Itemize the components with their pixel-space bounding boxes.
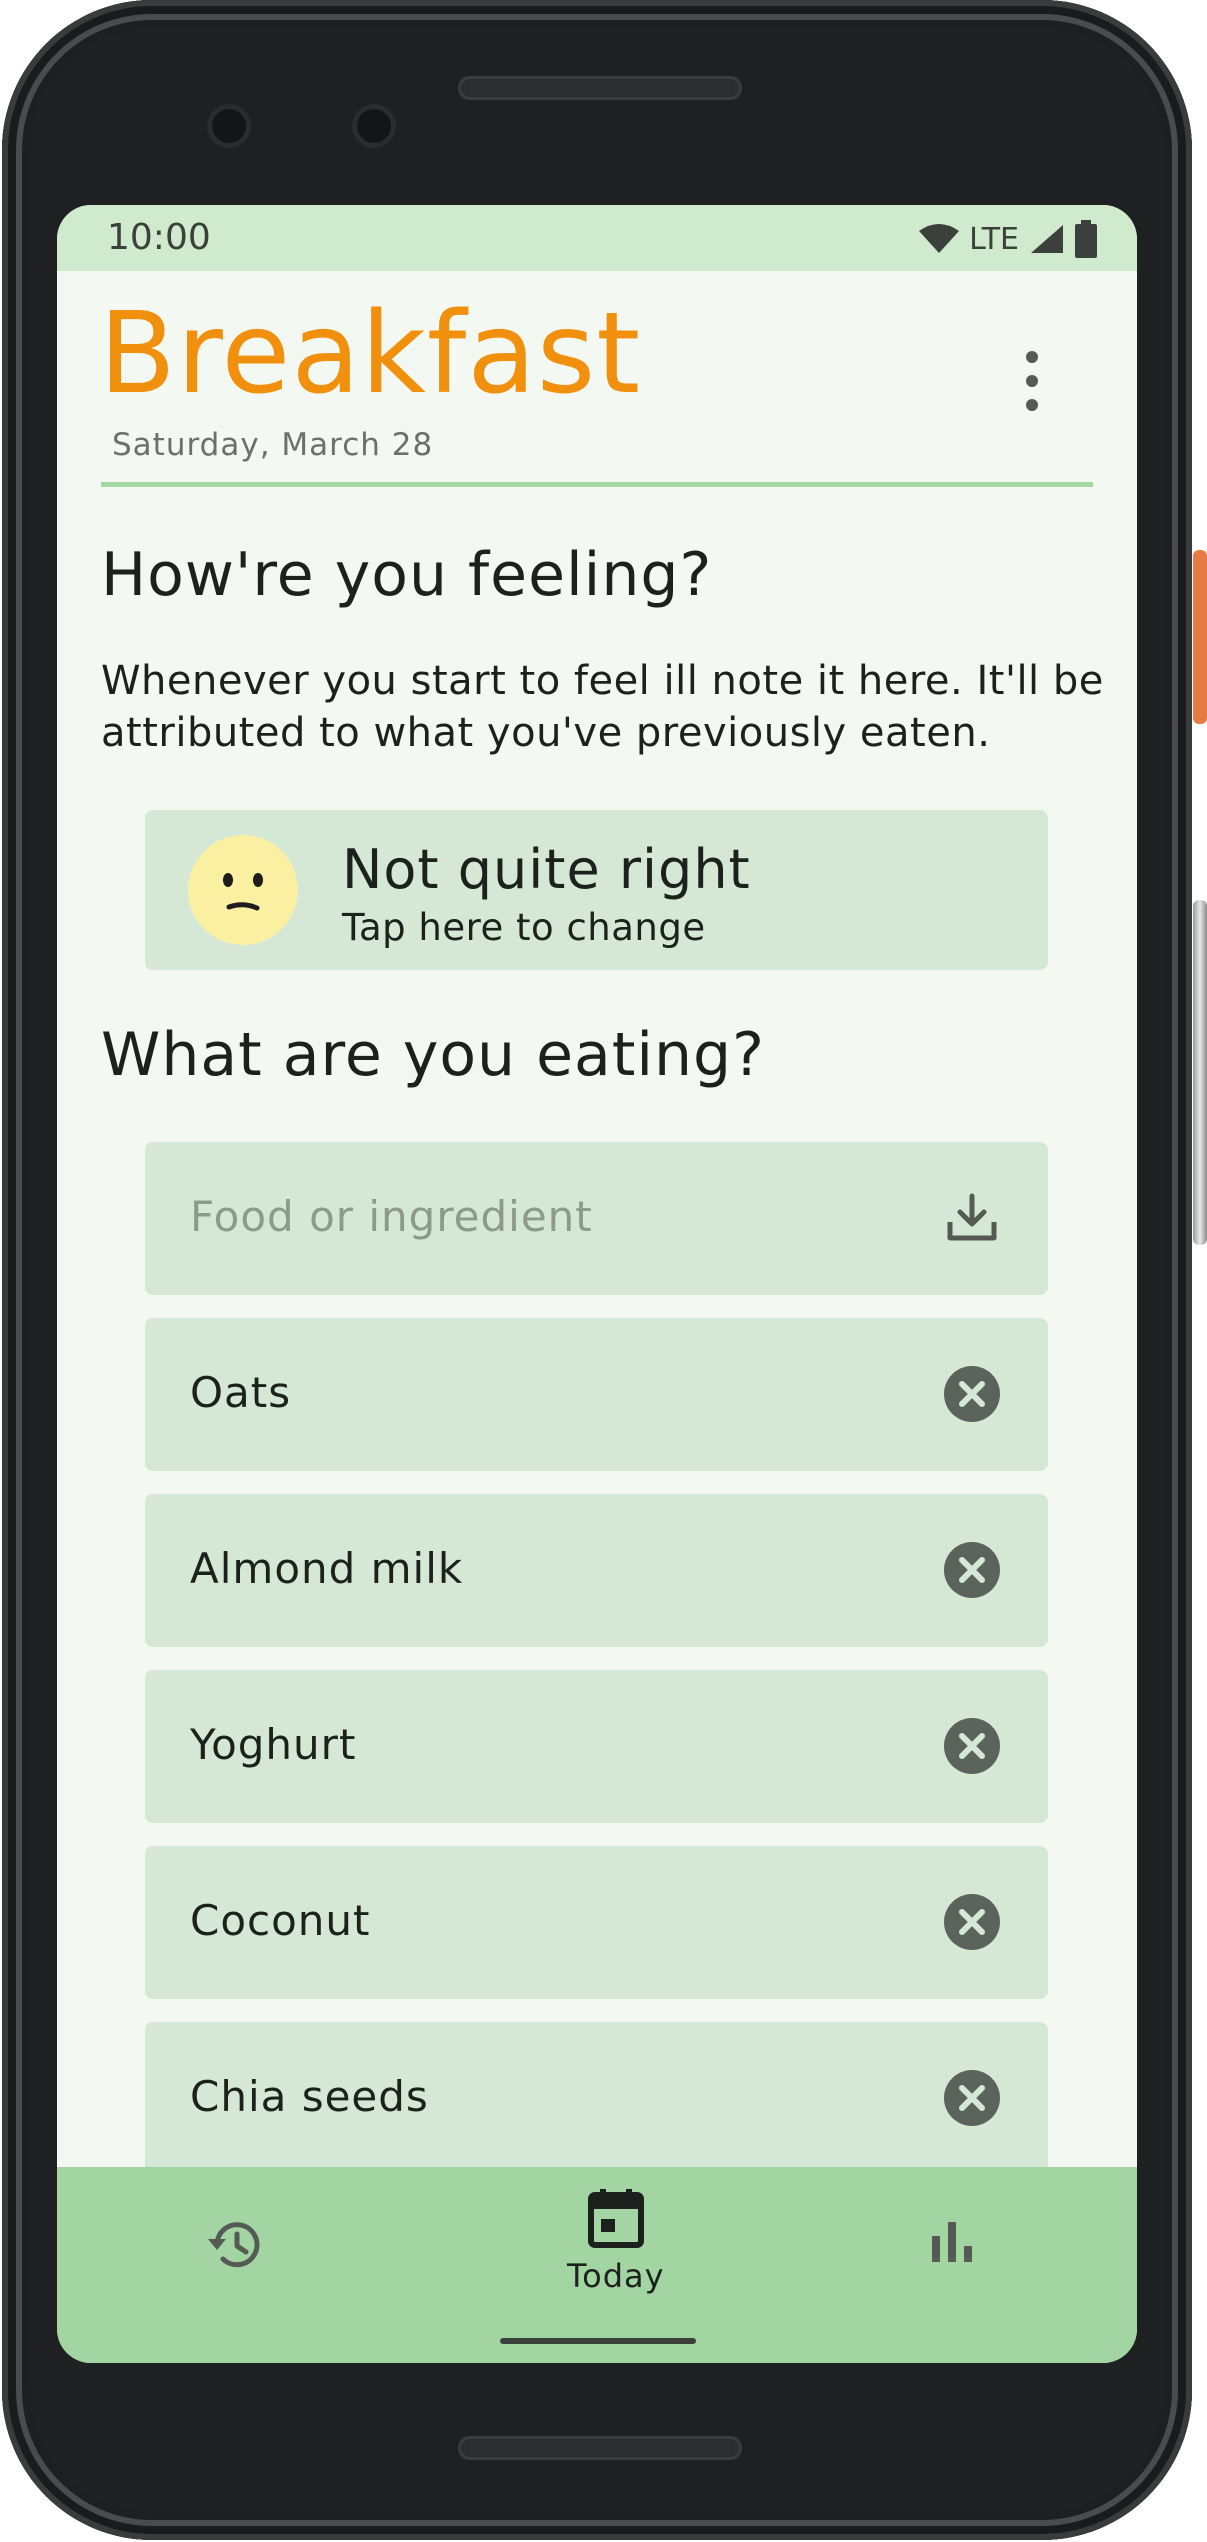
status-bar: 10:00 LTE <box>57 205 1137 271</box>
page-date: Saturday, March 28 <box>112 427 434 463</box>
volume-button <box>1193 900 1207 1245</box>
nav-history[interactable] <box>205 2217 265 2363</box>
earpiece-speaker <box>458 76 742 100</box>
food-item-label: Yoghurt <box>190 1720 357 1769</box>
overflow-menu-button[interactable] <box>1017 351 1047 411</box>
feeling-heading: How're you feeling? <box>101 540 713 610</box>
food-item-label: Almond milk <box>190 1544 464 1593</box>
dot-icon <box>1026 375 1038 387</box>
dot-icon <box>1026 351 1038 363</box>
page-title: Breakfast <box>99 289 642 419</box>
remove-icon[interactable] <box>944 1542 1000 1598</box>
bar-chart-icon <box>932 2222 972 2262</box>
feeling-description: Whenever you start to feel ill note it h… <box>101 658 1104 756</box>
status-icons: LTE <box>919 217 1097 261</box>
wifi-icon <box>919 224 960 253</box>
remove-icon[interactable] <box>944 1894 1000 1950</box>
title-divider <box>101 482 1093 487</box>
bottom-navigation: Today <box>57 2167 1137 2363</box>
front-camera <box>207 104 251 148</box>
nav-today-label: Today <box>567 2257 665 2295</box>
bottom-speaker <box>458 2436 742 2460</box>
mood-card[interactable]: Not quite right Tap here to change <box>145 810 1048 970</box>
nav-today[interactable]: Today <box>567 2189 665 2363</box>
app-screen: 10:00 LTE Breakfast Saturday, March 28 H… <box>57 205 1137 2363</box>
remove-icon[interactable] <box>944 2070 1000 2126</box>
food-item[interactable]: Oats <box>145 1318 1048 1471</box>
power-button <box>1193 550 1207 724</box>
nav-stats[interactable] <box>930 2222 974 2363</box>
food-item[interactable]: Coconut <box>145 1846 1048 1999</box>
network-type: LTE <box>969 221 1019 257</box>
battery-icon <box>1075 220 1097 258</box>
remove-icon[interactable] <box>944 1718 1000 1774</box>
download-icon[interactable] <box>944 1190 1000 1246</box>
signal-icon <box>1031 225 1063 253</box>
front-sensor <box>352 104 396 148</box>
remove-icon[interactable] <box>944 1366 1000 1422</box>
food-input-placeholder: Food or ingredient <box>190 1192 593 1241</box>
history-icon <box>208 2222 260 2268</box>
food-item[interactable]: Almond milk <box>145 1494 1048 1647</box>
food-input-field[interactable]: Food or ingredient <box>145 1142 1048 1295</box>
mood-title: Not quite right <box>342 838 751 901</box>
dot-icon <box>1026 399 1038 411</box>
food-item[interactable]: Yoghurt <box>145 1670 1048 1823</box>
mood-subtitle: Tap here to change <box>342 906 706 949</box>
food-item-label: Coconut <box>190 1896 371 1945</box>
status-time: 10:00 <box>107 217 211 258</box>
food-item-label: Oats <box>190 1368 292 1417</box>
eating-heading: What are you eating? <box>101 1020 765 1090</box>
gesture-bar[interactable] <box>500 2338 696 2344</box>
food-item-label: Chia seeds <box>190 2072 429 2121</box>
food-item[interactable]: Chia seeds <box>145 2022 1048 2175</box>
confused-face-icon <box>188 835 298 945</box>
calendar-icon <box>587 2189 644 2248</box>
